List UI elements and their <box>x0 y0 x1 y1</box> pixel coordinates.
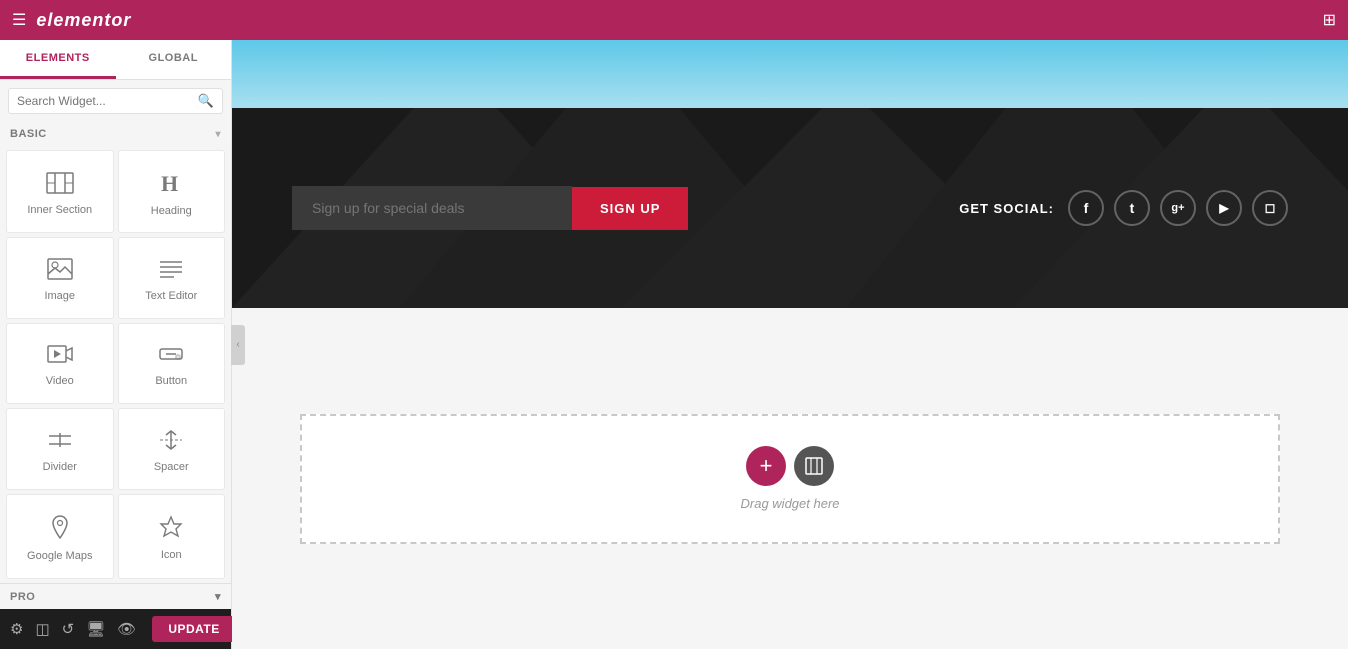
basic-chevron-icon: ▾ <box>215 129 221 140</box>
sky-section <box>232 40 1348 108</box>
button-icon <box>158 343 184 369</box>
video-label: Video <box>46 375 74 387</box>
divider-label: Divider <box>43 461 77 473</box>
main-layout: ELEMENTS GLOBAL 🔍 BASIC ▾ <box>0 40 1348 649</box>
video-icon <box>47 343 73 369</box>
white-section: + Drag widget here <box>232 308 1348 649</box>
drop-zone[interactable]: + Drag widget here <box>300 414 1280 544</box>
social-twitter-icon[interactable]: t <box>1114 190 1150 226</box>
widget-divider[interactable]: Divider <box>6 408 114 489</box>
hamburger-icon[interactable]: ☰ <box>12 10 26 30</box>
sidebar: ELEMENTS GLOBAL 🔍 BASIC ▾ <box>0 40 232 649</box>
widget-grid: Inner Section H Heading <box>0 146 231 583</box>
image-label: Image <box>44 290 75 302</box>
drop-zone-icons: + <box>746 446 834 486</box>
divider-icon <box>47 429 73 455</box>
widget-button[interactable]: Button <box>118 323 226 404</box>
elementor-logo: elementor <box>36 10 131 31</box>
collapse-panel-handle[interactable]: ‹ <box>231 325 245 365</box>
text-editor-icon <box>158 258 184 284</box>
widget-text-editor[interactable]: Text Editor <box>118 237 226 318</box>
icon-widget-icon <box>159 515 183 543</box>
inner-section-icon <box>46 172 74 198</box>
tab-elements[interactable]: ELEMENTS <box>0 40 116 79</box>
social-googleplus-icon[interactable]: g+ <box>1160 190 1196 226</box>
dark-section: SIGN UP GET SOCIAL: f t g+ ▶ ◻ <box>232 108 1348 308</box>
image-icon <box>47 258 73 284</box>
widget-spacer[interactable]: Spacer <box>118 408 226 489</box>
add-widget-button[interactable]: + <box>746 446 786 486</box>
widget-inner-section[interactable]: Inner Section <box>6 150 114 233</box>
pro-chevron-icon: ▾ <box>215 590 221 603</box>
search-icon: 🔍 <box>198 93 214 109</box>
social-instagram-icon[interactable]: ◻ <box>1252 190 1288 226</box>
spacer-icon <box>158 429 184 455</box>
widget-heading[interactable]: H Heading <box>118 150 226 233</box>
heading-icon: H <box>159 171 183 199</box>
pro-section-label[interactable]: PRO ▾ <box>0 583 231 609</box>
widget-image[interactable]: Image <box>6 237 114 318</box>
bottom-toolbar: ⚙ ◫ ↺ 🖥 👁 UPDATE ▲ <box>0 609 231 649</box>
widget-google-maps[interactable]: Google Maps <box>6 494 114 579</box>
eye-icon[interactable]: 👁 <box>117 620 136 638</box>
signup-button[interactable]: SIGN UP <box>572 187 688 230</box>
update-button[interactable]: UPDATE <box>152 616 235 642</box>
layers-icon[interactable]: ◫ <box>35 620 49 638</box>
grid-icon[interactable]: ⊞ <box>1323 10 1336 30</box>
search-input[interactable] <box>17 94 198 108</box>
sidebar-tabs: ELEMENTS GLOBAL <box>0 40 231 80</box>
button-label: Button <box>155 375 187 387</box>
gear-icon[interactable]: ⚙ <box>10 620 23 638</box>
search-bar: 🔍 <box>8 88 223 114</box>
google-maps-label: Google Maps <box>27 550 92 562</box>
social-facebook-icon[interactable]: f <box>1068 190 1104 226</box>
add-layout-button[interactable] <box>794 446 834 486</box>
icon-label: Icon <box>161 549 182 561</box>
heading-label: Heading <box>151 205 192 217</box>
desktop-icon[interactable]: 🖥 <box>86 620 105 638</box>
tab-global[interactable]: GLOBAL <box>116 40 232 79</box>
top-bar: ☰ elementor ⊞ <box>0 0 1348 40</box>
widget-icon[interactable]: Icon <box>118 494 226 579</box>
signup-input[interactable] <box>292 186 572 230</box>
google-maps-icon <box>48 514 72 544</box>
social-row: GET SOCIAL: f t g+ ▶ ◻ <box>959 190 1288 226</box>
text-editor-label: Text Editor <box>145 290 197 302</box>
signup-row: SIGN UP <box>292 186 688 230</box>
social-label-text: GET SOCIAL: <box>959 201 1054 216</box>
canvas-area: SIGN UP GET SOCIAL: f t g+ ▶ ◻ + <box>232 40 1348 649</box>
inner-section-label: Inner Section <box>27 204 92 216</box>
svg-text:H: H <box>161 171 178 195</box>
widget-video[interactable]: Video <box>6 323 114 404</box>
pro-label-text: PRO <box>10 591 35 603</box>
spacer-label: Spacer <box>154 461 189 473</box>
social-youtube-icon[interactable]: ▶ <box>1206 190 1242 226</box>
drop-zone-text: Drag widget here <box>741 496 840 511</box>
history-icon[interactable]: ↺ <box>62 620 75 638</box>
basic-label-text: BASIC <box>10 128 47 140</box>
basic-section-label[interactable]: BASIC ▾ <box>0 122 231 146</box>
